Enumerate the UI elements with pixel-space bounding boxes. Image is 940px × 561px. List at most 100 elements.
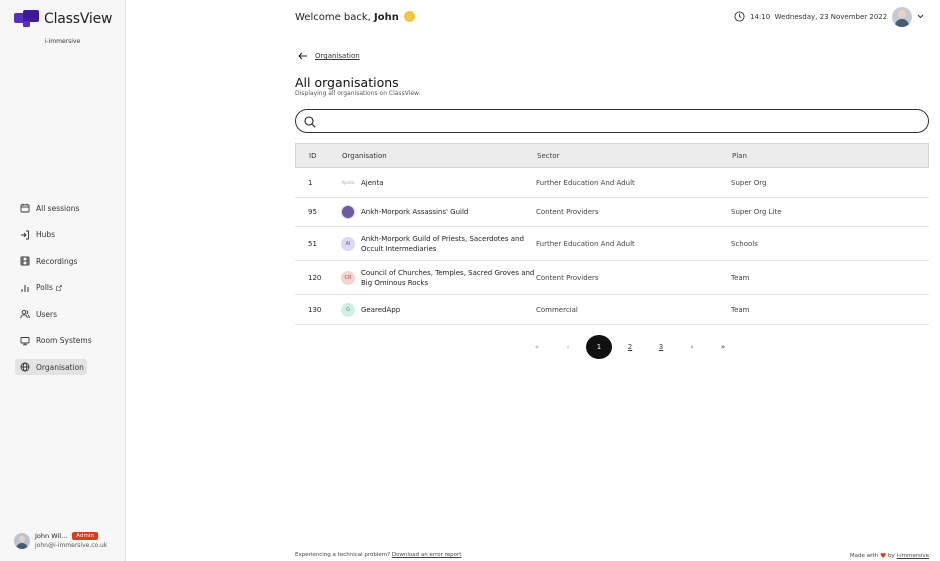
download-error-report-link[interactable]: Download an error report xyxy=(392,552,462,558)
film-icon xyxy=(20,256,30,266)
table-row[interactable]: 1 Ajenta Ajenta Further Education And Ad… xyxy=(295,168,929,198)
brand-subtitle: i-immersive xyxy=(44,38,81,45)
i-immersive-link[interactable]: i-immersive xyxy=(897,553,929,559)
role-badge: Admin xyxy=(72,532,98,540)
user-profile[interactable]: John Wil... Admin john@i-immersive.co.uk xyxy=(14,532,107,549)
org-logo: Ajenta xyxy=(341,180,355,185)
org-name: Council of Churches, Temples, Sacred Gro… xyxy=(361,268,535,287)
org-logo-image-icon xyxy=(341,205,355,219)
page-button-1[interactable]: 1 xyxy=(586,335,612,359)
org-name: Ajenta xyxy=(361,178,384,187)
welcome-prefix: Welcome back, xyxy=(295,12,375,23)
avatar xyxy=(14,532,30,549)
column-header-plan[interactable]: Plan xyxy=(732,152,928,160)
cell-organisation: G GearedApp xyxy=(341,302,536,317)
column-header-id[interactable]: ID xyxy=(296,152,342,160)
brand-name: ClassView xyxy=(44,11,113,27)
back-arrow-icon[interactable] xyxy=(298,52,308,60)
current-time: 14:10 xyxy=(750,13,771,21)
cell-id: 120 xyxy=(308,273,322,282)
cell-id: 130 xyxy=(308,305,322,314)
page-button-3[interactable]: 3 xyxy=(648,335,674,359)
clock-icon xyxy=(734,11,745,22)
next-page-button[interactable]: › xyxy=(679,335,705,359)
cell-plan: Team xyxy=(731,273,750,282)
user-info: John Wil... Admin john@i-immersive.co.uk xyxy=(35,532,107,549)
organisations-table: ID Organisation Sector Plan 1 Ajenta Aje… xyxy=(295,143,929,325)
sidebar-item-label: Recordings xyxy=(36,256,78,266)
cell-id: 51 xyxy=(308,239,317,248)
sidebar-item-recordings[interactable]: Recordings xyxy=(15,253,115,269)
cell-sector: Further Education And Adult xyxy=(536,239,635,248)
search-icon xyxy=(304,116,316,128)
prev-page-button[interactable]: ‹ xyxy=(555,335,581,359)
calendar-icon xyxy=(20,203,30,213)
sidebar-item-polls[interactable]: Polls xyxy=(15,280,115,296)
sidebar-item-label: All sessions xyxy=(36,203,80,213)
org-logo: G xyxy=(341,302,355,317)
last-page-button[interactable]: » xyxy=(710,335,736,359)
sidebar-item-room-systems[interactable]: Room Systems xyxy=(15,333,115,349)
external-link-icon xyxy=(56,284,62,291)
sidebar-item-label: Users xyxy=(36,309,58,319)
page-title: All organisations xyxy=(295,75,399,90)
org-name: GearedApp xyxy=(361,305,401,314)
header-avatar[interactable] xyxy=(892,7,912,27)
org-name: Ankh-Morpork Guild of Priests, Sacerdote… xyxy=(361,234,524,253)
cell-plan: Team xyxy=(731,305,750,314)
cell-organisation: AI Ankh-Morpork Guild of Priests, Sacerd… xyxy=(341,234,536,254)
org-logo: AI xyxy=(341,236,355,251)
brand[interactable]: ClassView xyxy=(14,10,112,28)
footer-credit: Made with ♥ by i-immersive xyxy=(850,552,929,560)
cell-organisation: Ajenta Ajenta xyxy=(341,176,536,190)
cell-organisation: Ankh-Morpork Assassins' Guild xyxy=(341,205,536,219)
cell-sector: Further Education And Adult xyxy=(536,178,635,187)
table-row[interactable]: 51 AI Ankh-Morpork Guild of Priests, Sac… xyxy=(295,227,929,261)
first-page-button[interactable]: « xyxy=(524,335,550,359)
welcome-name: John xyxy=(374,12,399,23)
page-button-2[interactable]: 2 xyxy=(617,335,643,359)
sidebar-item-organisation[interactable]: Organisation xyxy=(15,359,87,375)
sidebar-item-users[interactable]: Users xyxy=(15,306,115,322)
user-email: john@i-immersive.co.uk xyxy=(35,542,108,549)
footer-help: Experiencing a technical problem? Downlo… xyxy=(295,552,461,558)
cell-id: 1 xyxy=(308,178,313,187)
org-name: Ankh-Morpork Assassins' Guild xyxy=(361,208,469,216)
sidebar-item-hubs[interactable]: Hubs xyxy=(15,227,115,243)
sidebar-item-label: Hubs xyxy=(36,230,56,239)
classview-logo-icon xyxy=(14,10,40,28)
chevron-down-icon[interactable] xyxy=(917,14,924,19)
breadcrumb[interactable]: Organisation xyxy=(315,52,360,60)
cell-plan: Super Org xyxy=(731,178,767,187)
search-bar[interactable] xyxy=(295,109,929,133)
table-row[interactable]: 130 G GearedApp Commercial Team xyxy=(295,295,929,325)
welcome-message: Welcome back, John xyxy=(295,11,416,23)
column-header-organisation[interactable]: Organisation xyxy=(342,152,537,160)
wave-emoji-icon xyxy=(404,11,416,22)
table-row[interactable]: 120 CR Council of Churches, Temples, Sac… xyxy=(295,261,929,295)
column-header-sector[interactable]: Sector xyxy=(537,152,732,160)
pagination: « ‹ 1 2 3 › » xyxy=(524,335,741,359)
page-subtitle: Displaying all organisations on ClassVie… xyxy=(295,90,421,97)
globe-icon xyxy=(20,362,30,372)
sidebar-item-label: Polls xyxy=(36,283,53,292)
footer-credit-prefix: Made with xyxy=(849,553,881,559)
footer-credit-by: by xyxy=(886,553,897,559)
cell-plan: Super Org Lite xyxy=(731,208,782,216)
cell-sector: Content Providers xyxy=(536,208,599,216)
users-icon xyxy=(20,309,30,319)
sidebar: ClassView i-immersive All sessions Hubs … xyxy=(0,0,126,561)
table-header: ID Organisation Sector Plan xyxy=(295,143,929,168)
cell-id: 95 xyxy=(308,208,317,216)
cell-plan: Schools xyxy=(731,239,758,248)
sidebar-item-all-sessions[interactable]: All sessions xyxy=(15,200,115,216)
cell-sector: Content Providers xyxy=(536,273,599,282)
table-row[interactable]: 95 Ankh-Morpork Assassins' Guild Content… xyxy=(295,198,929,227)
bar-chart-icon xyxy=(21,284,29,292)
org-logo: CR xyxy=(341,270,355,285)
sidebar-item-label: Organisation xyxy=(36,362,84,372)
cell-organisation: CR Council of Churches, Temples, Sacred … xyxy=(341,268,536,288)
search-input[interactable] xyxy=(324,113,914,129)
footer-help-text: Experiencing a technical problem? xyxy=(295,552,392,558)
monitor-icon xyxy=(20,336,30,345)
